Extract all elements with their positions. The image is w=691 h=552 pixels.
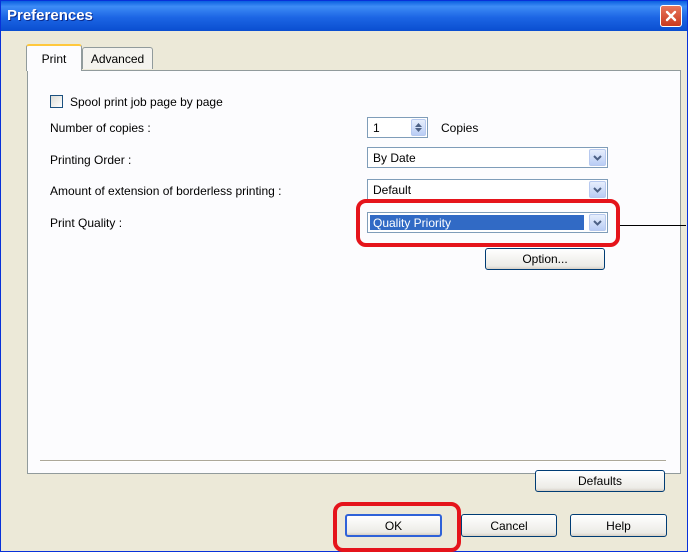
chevron-down-icon (593, 186, 602, 193)
borderless-value: Default (373, 183, 412, 197)
copies-spinbox[interactable]: 1 (367, 117, 428, 138)
printing-order-dropdown-button[interactable] (589, 149, 606, 166)
tab-print[interactable]: Print (26, 44, 82, 71)
tab-advanced[interactable]: Advanced (82, 47, 153, 69)
spool-checkbox[interactable] (50, 95, 63, 108)
close-icon (665, 10, 677, 22)
defaults-button[interactable]: Defaults (535, 470, 665, 492)
copies-spin-buttons[interactable] (411, 119, 426, 136)
help-button-label: Help (606, 518, 631, 533)
panel-separator (40, 460, 666, 462)
cancel-button[interactable]: Cancel (461, 514, 557, 537)
copies-label: Number of copies : (50, 121, 151, 135)
window-title: Preferences (7, 7, 93, 24)
tab-print-label: Print (41, 51, 67, 66)
copies-value: 1 (373, 121, 380, 135)
spin-up-icon[interactable] (415, 123, 422, 127)
borderless-select[interactable]: Default (367, 179, 608, 200)
option-button-label: Option... (522, 252, 568, 266)
callout-pointer-line (620, 225, 686, 226)
title-bar[interactable]: Preferences (1, 1, 687, 31)
tab-advanced-label: Advanced (90, 51, 145, 66)
chevron-down-icon (593, 154, 602, 161)
spin-down-icon[interactable] (415, 128, 422, 132)
borderless-label: Amount of extension of borderless printi… (50, 184, 282, 198)
help-button[interactable]: Help (570, 514, 667, 537)
cancel-button-label: Cancel (490, 518, 528, 533)
option-button[interactable]: Option... (485, 248, 605, 270)
printing-order-label: Printing Order : (50, 153, 132, 167)
close-button[interactable] (660, 5, 682, 27)
printing-order-value: By Date (373, 151, 416, 165)
copies-unit: Copies (441, 121, 479, 135)
print-quality-label: Print Quality : (50, 216, 123, 230)
borderless-dropdown-button[interactable] (589, 181, 606, 198)
spool-label: Spool print job page by page (70, 95, 223, 109)
defaults-button-label: Defaults (577, 474, 623, 488)
printing-order-select[interactable]: By Date (367, 147, 608, 168)
print-quality-highlight (356, 199, 620, 247)
ok-button-highlight (333, 502, 461, 552)
